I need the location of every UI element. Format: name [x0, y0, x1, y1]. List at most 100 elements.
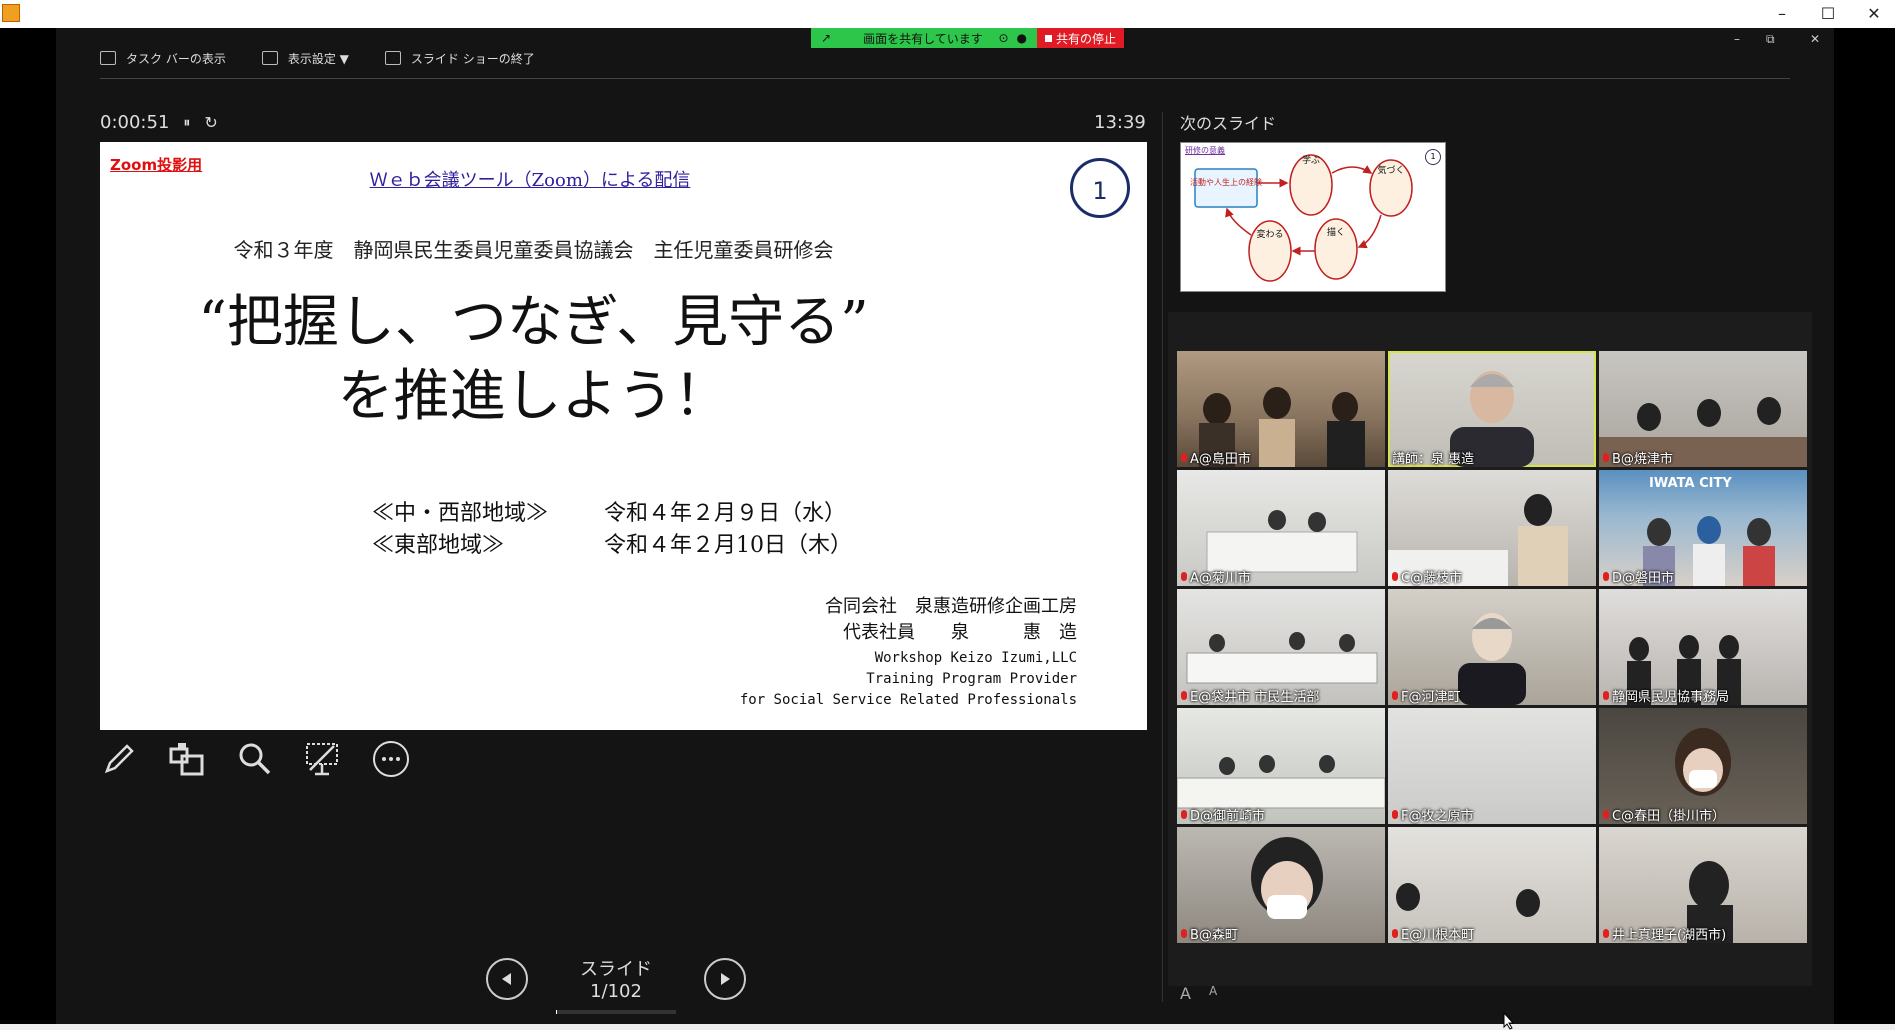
video-tile[interactable]: E@川根本町: [1388, 827, 1596, 943]
magnifier-icon: [239, 743, 271, 775]
pause-share-icon[interactable]: ⊙: [998, 31, 1008, 45]
video-tile[interactable]: D@御前崎市: [1177, 708, 1385, 824]
pen-tool-button[interactable]: [100, 740, 138, 778]
date-row-central-west: ≪中・西部地域≫ 令和４年２月９日（水）: [372, 498, 852, 530]
slide-organization: 令和３年度 静岡県民生委員児童委員協議会 主任児童委員研修会: [233, 238, 834, 262]
participant-name: 井上真理子(湖西市): [1612, 928, 1727, 943]
triangle-right-icon: [721, 972, 730, 985]
participant-gallery: A@島田市 講師：泉 惠造 B@焼津市 A@菊川市 C@藤枝市 IWATA CI…: [1177, 351, 1807, 943]
participant-label: E@袋井市 市民生活部: [1181, 686, 1319, 705]
slide-title-line1: “把握し、つなぎ、見守る”: [198, 290, 869, 355]
video-tile[interactable]: 静岡県民児協事務局: [1599, 589, 1807, 705]
participant-name: C@藤枝市: [1401, 571, 1463, 586]
more-options-button[interactable]: [372, 740, 410, 778]
video-tile-active-speaker[interactable]: 講師：泉 惠造: [1388, 351, 1596, 467]
reset-timer-button[interactable]: ↻: [204, 113, 217, 132]
presenter-minimize[interactable]: –: [1734, 32, 1740, 46]
video-tile[interactable]: B@森町: [1177, 827, 1385, 943]
previous-slide-button[interactable]: [486, 957, 528, 1000]
video-tile[interactable]: C@藤枝市: [1388, 470, 1596, 586]
slide-counter-label: スライド 1/102: [580, 959, 652, 1002]
current-slide[interactable]: Zoom投影用 Ｗｅｂ会議ツール（Zoom）による配信 1 令和３年度 静岡県民…: [100, 142, 1147, 730]
stop-share-label: 共有の停止: [1056, 31, 1117, 46]
font-size-controls: A A: [1180, 984, 1217, 1003]
decrease-font-button[interactable]: A: [1209, 984, 1217, 1003]
participant-name: D@磐田市: [1612, 571, 1675, 586]
participant-label: D@御前崎市: [1181, 805, 1265, 824]
video-tile[interactable]: F@河津町: [1388, 589, 1596, 705]
participant-name: A@菊川市: [1190, 571, 1251, 586]
muted-mic-icon: [1181, 572, 1187, 581]
presenter-close[interactable]: ✕: [1810, 32, 1820, 46]
shield-icon[interactable]: ●: [1017, 31, 1027, 45]
show-taskbar-button[interactable]: タスク バーの表示: [100, 50, 226, 67]
english-line: Training Program Provider: [866, 671, 1077, 687]
slide-english-info: Workshop Keizo Izumi,LLC Training Progra…: [740, 648, 1077, 711]
presenter-restore[interactable]: ⧉: [1766, 32, 1775, 47]
increase-font-button[interactable]: A: [1180, 984, 1191, 1003]
next-slide-preview[interactable]: 研修の意義 1 活動や人生上の経験 学ぶ 気づく 描く 変わる: [1180, 142, 1446, 292]
participant-name: 講師：泉 惠造: [1392, 452, 1475, 467]
representative: 代表社員 泉 惠 造: [843, 622, 1077, 643]
display-settings-button[interactable]: 表示設定 ▼: [261, 50, 349, 67]
preview-node: 気づく: [1377, 164, 1404, 176]
elapsed-time: 0:00:51: [100, 112, 170, 133]
video-tile[interactable]: A@島田市: [1177, 351, 1385, 467]
muted-mic-icon: [1603, 929, 1609, 938]
see-all-slides-button[interactable]: [168, 740, 206, 778]
muted-mic-icon: [1603, 810, 1609, 819]
video-tile[interactable]: B@焼津市: [1599, 351, 1807, 467]
participant-name: F@河津町: [1401, 690, 1461, 705]
muted-mic-icon: [1392, 810, 1398, 819]
slide-title-line2: を推進しよう！: [337, 364, 730, 429]
muted-mic-icon: [1392, 929, 1398, 938]
pen-icon: [104, 744, 134, 774]
participant-name: A@島田市: [1190, 452, 1251, 467]
video-tile[interactable]: 井上真理子(湖西市): [1599, 827, 1807, 943]
participant-label: 静岡県民児協事務局: [1603, 686, 1729, 705]
end-slideshow-button[interactable]: スライド ショーの終了: [384, 50, 535, 67]
display-settings-label: 表示設定 ▼: [287, 51, 349, 66]
sharing-status-label: 画面を共有しています: [863, 31, 983, 46]
participant-label: 講師：泉 惠造: [1392, 448, 1474, 467]
taskbar-icon: [100, 51, 116, 65]
minimize-button[interactable]: –: [1762, 2, 1802, 26]
video-tile[interactable]: A@菊川市: [1177, 470, 1385, 586]
next-slide-label: 次のスライド: [1180, 114, 1277, 133]
video-tile[interactable]: C@春田（掛川市）: [1599, 708, 1807, 824]
slide-dates: ≪中・西部地域≫ 令和４年２月９日（水） ≪東部地域≫ 令和４年２月10日（木）: [372, 498, 852, 562]
participant-label: C@春田（掛川市）: [1603, 805, 1725, 824]
muted-mic-icon: [1603, 691, 1609, 700]
video-tile[interactable]: F@牧之原市: [1388, 708, 1596, 824]
participant-label: F@牧之原市: [1392, 805, 1473, 824]
muted-mic-icon: [1603, 453, 1609, 462]
maximize-button[interactable]: ☐: [1808, 2, 1848, 26]
participant-label: A@島田市: [1181, 448, 1251, 467]
zoom-slide-button[interactable]: [236, 740, 274, 778]
presenter-tools: [100, 740, 410, 778]
pause-timer-button[interactable]: ⏸: [183, 115, 190, 131]
black-screen-button[interactable]: [304, 740, 342, 778]
slide-title: “把握し、つなぎ、見守る” を推進しよう！: [100, 286, 1147, 434]
slide-navigation: スライド 1/102: [486, 955, 746, 1014]
participant-name: B@森町: [1190, 928, 1238, 943]
date-value: 令和４年２月９日（水）: [604, 501, 847, 526]
stop-share-button[interactable]: 共有の停止: [1037, 28, 1125, 48]
bottom-edge: [0, 1024, 1895, 1030]
participant-label: E@川根本町: [1392, 924, 1474, 943]
slide-progress-bar: [556, 1010, 676, 1014]
next-slide-button[interactable]: [704, 957, 746, 1000]
slideshow-timer: 0:00:51 ⏸ ↻: [100, 112, 218, 133]
slide-counter: スライド 1/102: [556, 955, 676, 1014]
video-tile[interactable]: IWATA CITY D@磐田市: [1599, 470, 1807, 586]
sharing-status[interactable]: ↗ 画面を共有しています ⊙ ●: [811, 28, 1037, 48]
mouse-cursor-icon: [1503, 1012, 1515, 1030]
participant-name: F@牧之原市: [1401, 809, 1474, 824]
participant-name: E@川根本町: [1401, 928, 1475, 943]
participant-label: A@菊川市: [1181, 567, 1251, 586]
region-label: ≪中・西部地域≫: [372, 501, 549, 526]
video-tile[interactable]: E@袋井市 市民生活部: [1177, 589, 1385, 705]
muted-mic-icon: [1392, 572, 1398, 581]
close-button[interactable]: ✕: [1854, 2, 1894, 26]
english-line: for Social Service Related Professionals: [739, 692, 1077, 708]
